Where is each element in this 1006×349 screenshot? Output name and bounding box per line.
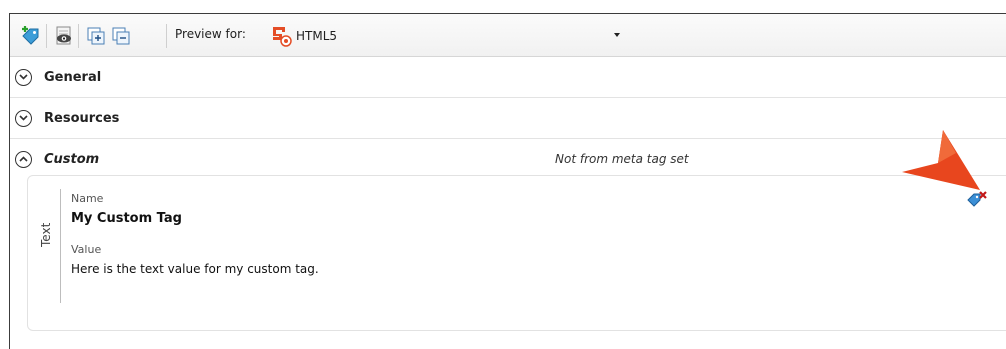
section-general-title: General	[44, 69, 102, 85]
preview-eye-icon	[56, 26, 71, 45]
expand-all-icon	[87, 27, 105, 45]
section-custom[interactable]: Custom Not from meta tag set	[10, 139, 1006, 179]
preview-for-label: Preview for:	[175, 27, 246, 41]
custom-tag-card: Text Name My Custom Tag Value Here is th…	[27, 175, 1006, 331]
preview-button[interactable]	[54, 26, 74, 46]
toolbar: Preview for: HTML5	[10, 14, 1006, 57]
toolbar-separator	[166, 24, 167, 48]
add-meta-tag-icon	[22, 26, 39, 45]
collapse-chevron-icon[interactable]	[15, 150, 32, 168]
section-resources[interactable]: Resources	[10, 98, 1006, 139]
section-custom-note: Not from meta tag set	[555, 152, 689, 166]
html5-target-icon	[273, 27, 292, 47]
tag-type-label: Text	[39, 222, 53, 247]
chevron-down-icon[interactable]	[614, 33, 620, 37]
section-general[interactable]: General	[10, 57, 1006, 98]
section-custom-title: Custom	[44, 151, 100, 167]
name-label: Name	[71, 192, 104, 205]
callout-arrow-icon	[902, 130, 980, 190]
name-value[interactable]: My Custom Tag	[71, 211, 182, 226]
preview-target-value: HTML5	[296, 29, 338, 43]
collapse-all-icon	[112, 27, 130, 45]
expand-chevron-icon[interactable]	[15, 68, 32, 86]
tag-type-tab: Text	[34, 189, 61, 303]
value-label: Value	[71, 243, 102, 256]
toolbar-separator	[78, 24, 79, 48]
preview-target-select[interactable]: HTML5	[264, 23, 624, 49]
add-meta-tag-button[interactable]	[21, 26, 41, 46]
collapse-all-button[interactable]	[111, 26, 131, 46]
toolbar-separator	[46, 24, 47, 48]
expand-all-button[interactable]	[86, 26, 106, 46]
expand-chevron-icon[interactable]	[15, 109, 32, 127]
section-resources-title: Resources	[44, 110, 120, 126]
value-text[interactable]: Here is the text value for my custom tag…	[71, 262, 319, 276]
